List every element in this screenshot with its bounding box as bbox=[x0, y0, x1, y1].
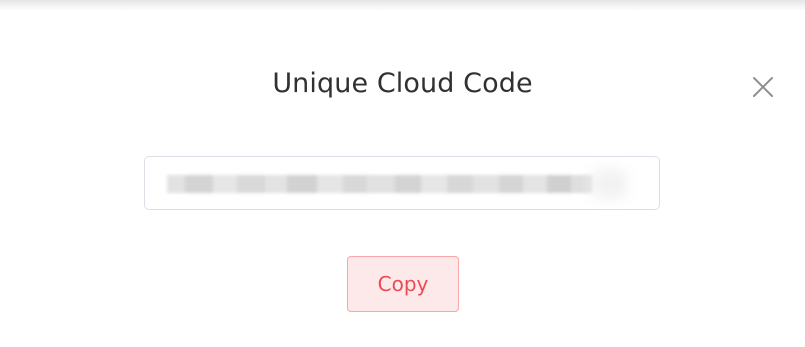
screen: Unique Cloud Code Copy bbox=[0, 0, 805, 347]
copy-button[interactable]: Copy bbox=[347, 256, 459, 312]
close-icon bbox=[753, 77, 773, 97]
dialog-title: Unique Cloud Code bbox=[272, 68, 533, 99]
redacted-cloud-code bbox=[167, 175, 593, 193]
redaction-fade bbox=[591, 169, 627, 199]
unique-cloud-code-dialog: Unique Cloud Code Copy bbox=[0, 10, 805, 347]
cloud-code-input[interactable] bbox=[144, 156, 660, 210]
close-button[interactable] bbox=[748, 72, 778, 102]
